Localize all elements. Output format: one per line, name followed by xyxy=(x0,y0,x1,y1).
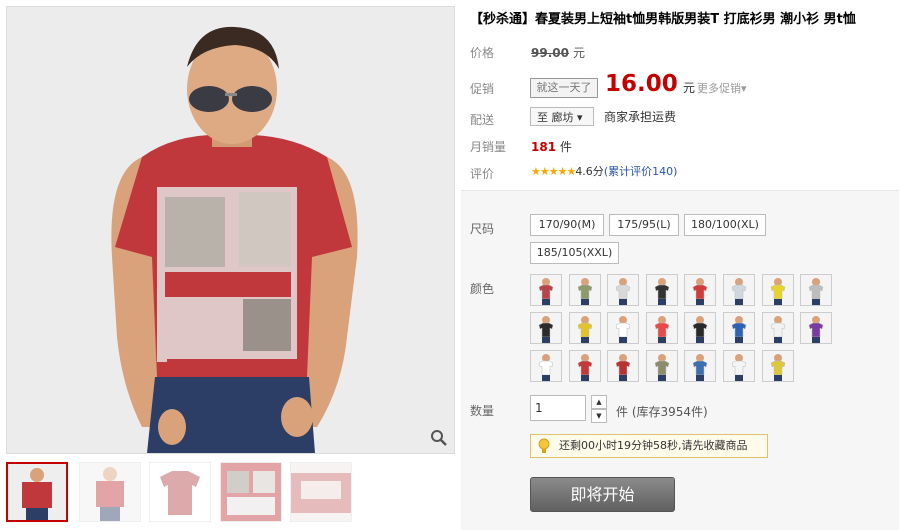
more-promotions-link[interactable]: 更多促销▾ xyxy=(697,80,747,96)
promo-label: 促销 xyxy=(470,82,495,96)
color-swatch-2[interactable] xyxy=(568,274,601,306)
price-value: 99.00 元 xyxy=(531,44,585,61)
sales-count: 181 xyxy=(531,140,557,154)
size-option-l[interactable]: 175/95(L) xyxy=(609,214,679,236)
color-swatch-21[interactable] xyxy=(684,350,717,382)
original-price: 99.00 xyxy=(531,46,569,60)
sales-label: 月销量 xyxy=(470,140,507,154)
size-label: 尺码 xyxy=(470,222,495,236)
color-swatch-13[interactable] xyxy=(684,312,717,344)
color-swatch-23[interactable] xyxy=(761,350,794,382)
thumbnail-1[interactable] xyxy=(6,462,68,522)
rating-label: 评价 xyxy=(470,167,495,181)
color-swatch-6[interactable] xyxy=(723,274,755,306)
shipping-note: 商家承担运费 xyxy=(604,110,677,124)
thumbnail-3[interactable] xyxy=(149,462,211,522)
buy-now-button[interactable]: 即将开始 xyxy=(530,477,675,512)
sales-value: 181 件 xyxy=(531,138,572,155)
sales-unit: 件 xyxy=(559,140,572,154)
main-product-image[interactable] xyxy=(6,6,455,454)
product-title: 【秒杀通】春夏装男上短袖t恤男韩版男装T 打底衫男 潮小衫 男t恤 xyxy=(470,12,856,27)
stock-info: 件 (库存3954件) xyxy=(616,405,708,419)
color-swatch-3[interactable] xyxy=(607,274,640,306)
color-label: 颜色 xyxy=(470,282,495,296)
rating-summary: ★★★★★4.6分(累计评价140) xyxy=(531,163,677,179)
magnifier-icon[interactable] xyxy=(430,429,448,447)
color-swatch-11[interactable] xyxy=(607,312,640,344)
thumbnail-2[interactable] xyxy=(79,462,141,522)
size-option-xxl[interactable]: 185/105(XXL) xyxy=(530,242,619,264)
rating-score: 4.6分 xyxy=(575,165,604,178)
sku-selection-area xyxy=(461,190,899,530)
color-swatch-14[interactable] xyxy=(723,312,755,344)
thumbnail-4[interactable] xyxy=(220,462,282,522)
size-option-xl[interactable]: 180/100(XL) xyxy=(684,214,766,236)
promo-price: 16.00 xyxy=(605,71,678,97)
color-swatch-18[interactable] xyxy=(568,350,601,382)
size-option-m[interactable]: 170/90(M) xyxy=(530,214,604,236)
quantity-increase-button[interactable]: ▲ xyxy=(591,395,607,409)
color-swatch-12[interactable] xyxy=(645,312,678,344)
promo-badge: 就这一天了 xyxy=(530,78,598,98)
countdown-notice: 还剩00小时19分钟58秒,请先收藏商品 xyxy=(530,434,768,458)
model-photo xyxy=(7,7,454,453)
price-unit: 元 xyxy=(572,46,585,60)
thumbnail-5[interactable] xyxy=(290,462,352,522)
color-swatch-20[interactable] xyxy=(645,350,678,382)
color-swatch-5[interactable] xyxy=(684,274,717,306)
color-swatch-22[interactable] xyxy=(723,350,755,382)
color-swatch-19[interactable] xyxy=(607,350,640,382)
review-count-link[interactable]: (累计评价140) xyxy=(604,165,678,178)
price-label: 价格 xyxy=(470,46,495,60)
color-swatch-17[interactable] xyxy=(530,350,562,382)
color-swatch-8[interactable] xyxy=(800,274,833,306)
color-swatch-4[interactable] xyxy=(645,274,678,306)
promo-unit: 元 xyxy=(683,81,696,95)
color-swatch-7[interactable] xyxy=(761,274,794,306)
color-swatch-15[interactable] xyxy=(761,312,794,344)
quantity-label: 数量 xyxy=(470,404,495,418)
rating-stars: ★★★★★ xyxy=(531,165,576,178)
quantity-input[interactable]: 1 xyxy=(530,395,586,421)
shipping-destination-select[interactable]: 至 廊坊 ▾ xyxy=(530,107,594,126)
color-swatch-9[interactable] xyxy=(530,312,562,344)
color-swatch-10[interactable] xyxy=(568,312,601,344)
countdown-text: 还剩00小时19分钟58秒,请先收藏商品 xyxy=(559,439,748,452)
shipping-label: 配送 xyxy=(470,113,495,127)
quantity-decrease-button[interactable]: ▼ xyxy=(591,409,607,423)
lightbulb-icon xyxy=(538,438,550,453)
color-swatch-1[interactable] xyxy=(530,274,562,306)
color-swatch-16[interactable] xyxy=(800,312,833,344)
